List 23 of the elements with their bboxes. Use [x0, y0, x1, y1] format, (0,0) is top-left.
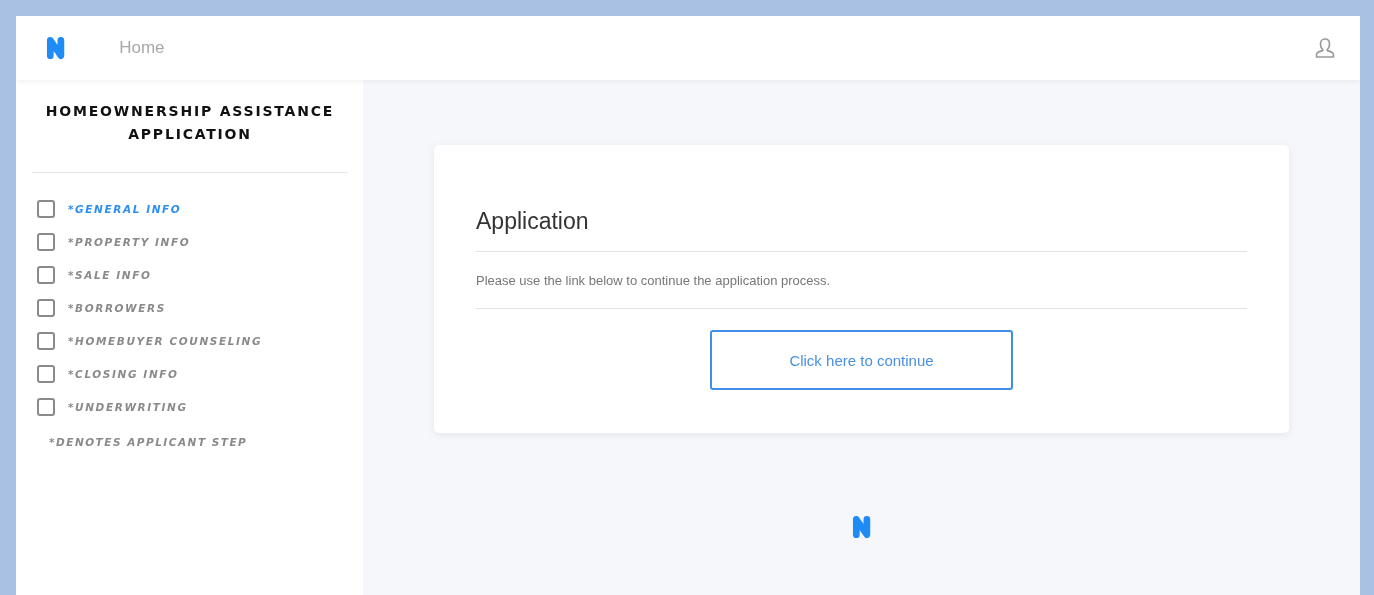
- card-title: Application: [476, 208, 1247, 252]
- sidebar-title: HOMEOWNERSHIP ASSISTANCE APPLICATION: [32, 100, 348, 173]
- step-link[interactable]: *BORROWERS: [68, 302, 166, 314]
- step-link[interactable]: *CLOSING INFO: [68, 368, 179, 380]
- step-checkbox[interactable]: [37, 266, 55, 284]
- continue-button[interactable]: Click here to continue: [710, 330, 1013, 390]
- step-link[interactable]: *HOMEBUYER COUNSELING: [68, 335, 263, 347]
- step-checkbox[interactable]: [37, 365, 55, 383]
- step-link[interactable]: *GENERAL INFO: [68, 203, 182, 215]
- step-checkbox[interactable]: [37, 233, 55, 251]
- step-link[interactable]: *UNDERWRITING: [68, 401, 188, 413]
- step-link[interactable]: *PROPERTY INFO: [68, 236, 191, 248]
- card-message: Please use the link below to continue the application process.: [476, 252, 1247, 309]
- logo-icon: [46, 36, 66, 60]
- step-checkbox[interactable]: [37, 332, 55, 350]
- step-checkbox[interactable]: [37, 398, 55, 416]
- logo-icon: [851, 515, 872, 539]
- user-icon[interactable]: [1314, 37, 1336, 59]
- step-checkbox[interactable]: [37, 200, 55, 218]
- step-link[interactable]: *SALE INFO: [68, 269, 152, 281]
- applicant-step-note: *DENOTES APPLICANT STEP: [49, 436, 249, 448]
- home-link[interactable]: Home: [119, 38, 165, 58]
- step-checkbox[interactable]: [37, 299, 55, 317]
